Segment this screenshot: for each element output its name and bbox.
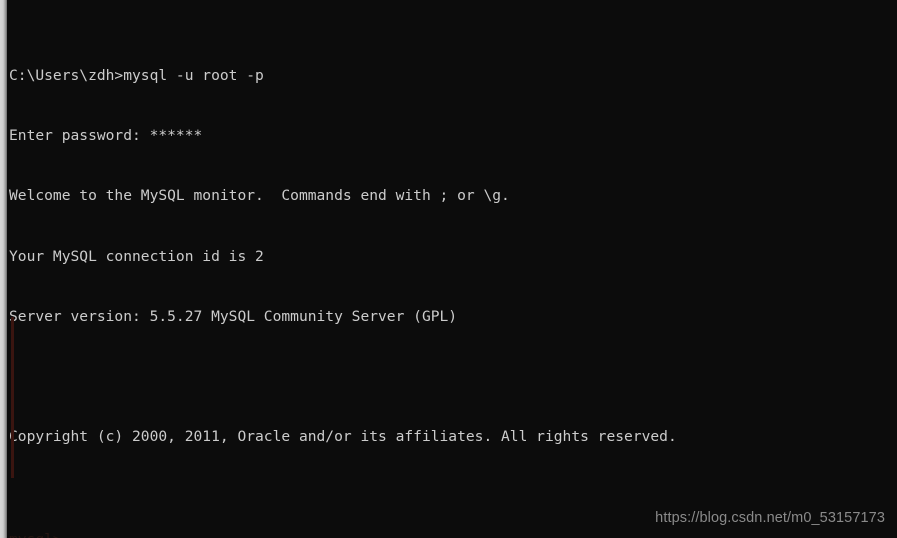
console-line-server-version: Server version: 5.5.27 MySQL Community S…: [9, 307, 458, 325]
clipped-prompt-line: mysql>: [9, 530, 62, 538]
console-line-blank-1: [9, 367, 897, 387]
console-line-connection-id: Your MySQL connection id is 2: [9, 247, 264, 265]
console-line-blank-2: [9, 487, 897, 507]
console-output-area[interactable]: C:\Users\zdh>mysql -u root -p Enter pass…: [7, 0, 897, 538]
console-line-prompt-command: C:\Users\zdh>mysql -u root -p: [9, 67, 264, 85]
console-line-password-prompt: Enter password: ******: [9, 127, 203, 145]
selection-guide-line: [11, 317, 14, 478]
command-prompt-window[interactable]: C:\Users\zdh>mysql -u root -p Enter pass…: [0, 0, 897, 538]
csdn-watermark: https://blog.csdn.net/m0_53157173: [655, 510, 885, 526]
window-left-edge: [0, 0, 7, 538]
console-line-copyright: Copyright (c) 2000, 2011, Oracle and/or …: [9, 427, 677, 445]
console-line-welcome-banner: Welcome to the MySQL monitor. Commands e…: [9, 187, 510, 205]
